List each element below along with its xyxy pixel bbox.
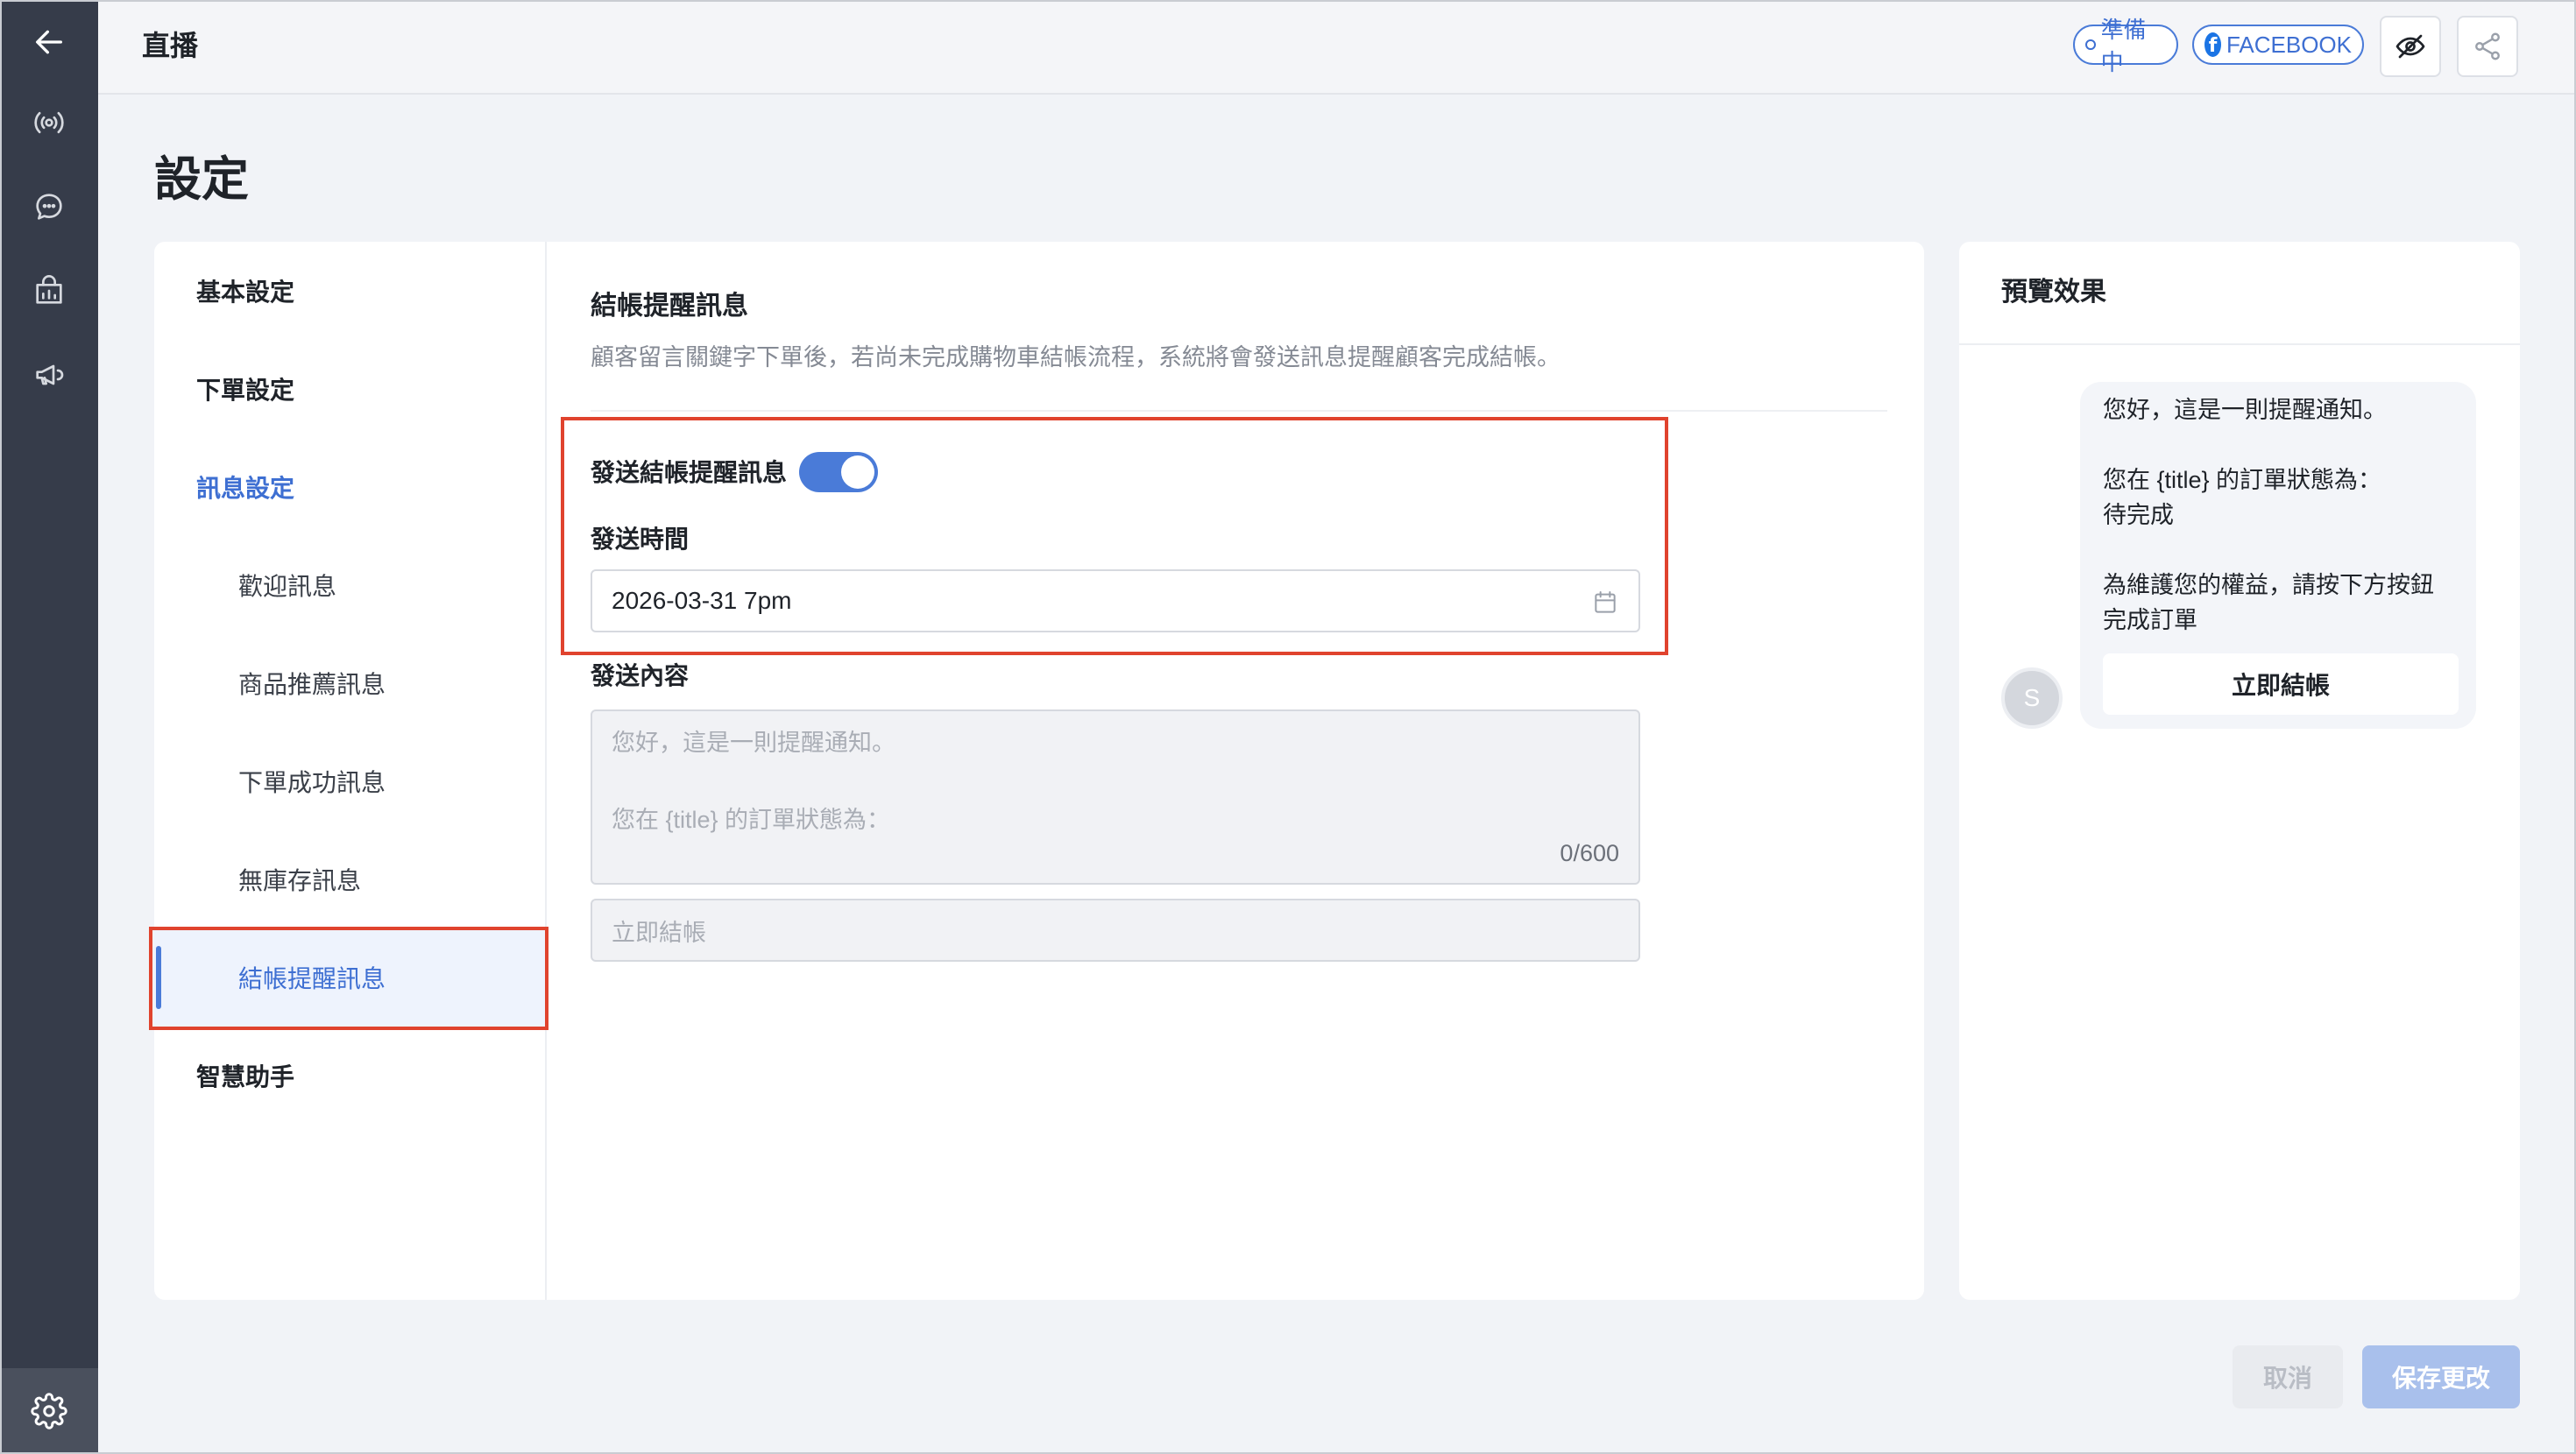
- nav-order-success-message[interactable]: 下單成功訊息: [154, 732, 545, 830]
- preview-message-text: 您好，這是一則提醒通知。 您在 {title} 的訂單狀態為： 待完成 為維護您…: [2103, 397, 2434, 633]
- settings-nav: 基本設定 下單設定 訊息設定 歡迎訊息 商品推薦訊息 下單成功訊息 無庫存訊息 …: [154, 242, 547, 1300]
- preview-title: 預覽效果: [2001, 278, 2106, 307]
- preview-checkout-button[interactable]: 立即結帳: [2103, 653, 2459, 715]
- rail-live-button[interactable]: [0, 81, 98, 165]
- section-divider: [591, 410, 1887, 412]
- send-time-picker[interactable]: 2026-03-31 7pm: [591, 569, 1640, 632]
- eye-slash-icon: [2396, 34, 2425, 59]
- platform-label: FACEBOOK: [2226, 31, 2352, 58]
- live-status-badge: 準備中: [2073, 17, 2178, 75]
- page-title: 設定: [154, 153, 249, 206]
- nav-welcome-message[interactable]: 歡迎訊息: [154, 536, 545, 634]
- broadcast-icon: [34, 111, 64, 134]
- live-status-label: 準備中: [2100, 17, 2147, 75]
- nav-basic-settings[interactable]: 基本設定: [154, 242, 545, 340]
- top-bar: 直播 準備中 f FACEBOOK: [98, 0, 2576, 95]
- button-label-input[interactable]: 立即結帳: [591, 899, 1640, 962]
- nav-item-label: 歡迎訊息: [238, 573, 337, 600]
- nav-item-label: 智慧助手: [196, 1063, 295, 1090]
- nav-out-of-stock-message[interactable]: 無庫存訊息: [154, 830, 545, 928]
- share-button[interactable]: [2457, 16, 2518, 77]
- message-content-textarea[interactable]: 您好，這是一則提醒通知。 您在 {title} 的訂單狀態為： 0/600: [591, 709, 1640, 885]
- send-reminder-toggle[interactable]: [799, 452, 878, 492]
- nav-item-label: 基本設定: [196, 279, 295, 306]
- preview-toggle-button[interactable]: [2380, 16, 2441, 77]
- left-rail: [0, 0, 98, 1454]
- char-counter: 0/600: [1560, 840, 1619, 866]
- gear-icon: [31, 1393, 67, 1429]
- back-button[interactable]: [0, 0, 98, 84]
- section-description: 顧客留言關鍵字下單後，若尚未完成購物車結帳流程，系統將會發送訊息提醒顧客完成結帳…: [591, 344, 1560, 371]
- rail-shop-button[interactable]: [0, 249, 98, 333]
- settings-button[interactable]: [0, 1368, 98, 1454]
- nav-item-label: 下單設定: [196, 377, 295, 404]
- nav-order-settings[interactable]: 下單設定: [154, 340, 545, 438]
- rail-marketing-button[interactable]: [0, 333, 98, 417]
- avatar: S: [2001, 667, 2063, 729]
- nav-item-label: 訊息設定: [196, 475, 295, 502]
- send-content-label: 發送內容: [591, 662, 690, 689]
- section-title: 結帳提醒訊息: [591, 292, 748, 321]
- facebook-platform-badge[interactable]: f FACEBOOK: [2192, 25, 2364, 65]
- facebook-icon: f: [2204, 32, 2221, 57]
- cancel-button[interactable]: 取消: [2233, 1345, 2343, 1408]
- shop-bag-icon: [36, 275, 62, 304]
- megaphone-icon: [36, 364, 64, 385]
- nav-message-settings[interactable]: 訊息設定: [154, 438, 545, 536]
- top-bar-title: 直播: [142, 30, 199, 61]
- content-placeholder-line2: 您在 {title} 的訂單狀態為：: [612, 807, 891, 833]
- nav-checkout-reminder-message[interactable]: 結帳提醒訊息: [154, 928, 545, 1027]
- preview-header: 預覽效果: [1959, 242, 2520, 345]
- settings-content: 結帳提醒訊息 顧客留言關鍵字下單後，若尚未完成購物車結帳流程，系統將會發送訊息提…: [547, 242, 1924, 1300]
- back-arrow-icon: [36, 30, 63, 54]
- save-button[interactable]: 保存更改: [2362, 1345, 2520, 1408]
- send-reminder-toggle-label: 發送結帳提醒訊息: [591, 459, 788, 486]
- toggle-knob: [841, 455, 874, 489]
- settings-card: 基本設定 下單設定 訊息設定 歡迎訊息 商品推薦訊息 下單成功訊息 無庫存訊息 …: [154, 242, 1924, 1300]
- rail-chat-button[interactable]: [0, 165, 98, 249]
- nav-item-label: 結帳提醒訊息: [238, 965, 386, 992]
- share-icon: [2475, 32, 2500, 60]
- preview-card: 預覽效果 S 您好，這是一則提醒通知。 您在 {title} 的訂單狀態為： 待…: [1959, 242, 2520, 1300]
- nav-item-label: 商品推薦訊息: [238, 671, 386, 698]
- send-time-value: 2026-03-31 7pm: [612, 587, 792, 614]
- status-dot-icon: [2085, 39, 2096, 50]
- nav-product-recommend-message[interactable]: 商品推薦訊息: [154, 634, 545, 732]
- button-label-placeholder: 立即結帳: [612, 919, 706, 946]
- calendar-icon[interactable]: [1591, 589, 1619, 617]
- preview-message-bubble: 您好，這是一則提醒通知。 您在 {title} 的訂單狀態為： 待完成 為維護您…: [2080, 382, 2476, 729]
- send-time-label: 發送時間: [591, 526, 690, 553]
- content-placeholder-line1: 您好，這是一則提醒通知。: [612, 730, 895, 756]
- nav-item-label: 下單成功訊息: [238, 769, 386, 796]
- chat-bubble-icon: [36, 194, 62, 220]
- nav-smart-assistant[interactable]: 智慧助手: [154, 1027, 545, 1125]
- nav-item-label: 無庫存訊息: [238, 867, 362, 894]
